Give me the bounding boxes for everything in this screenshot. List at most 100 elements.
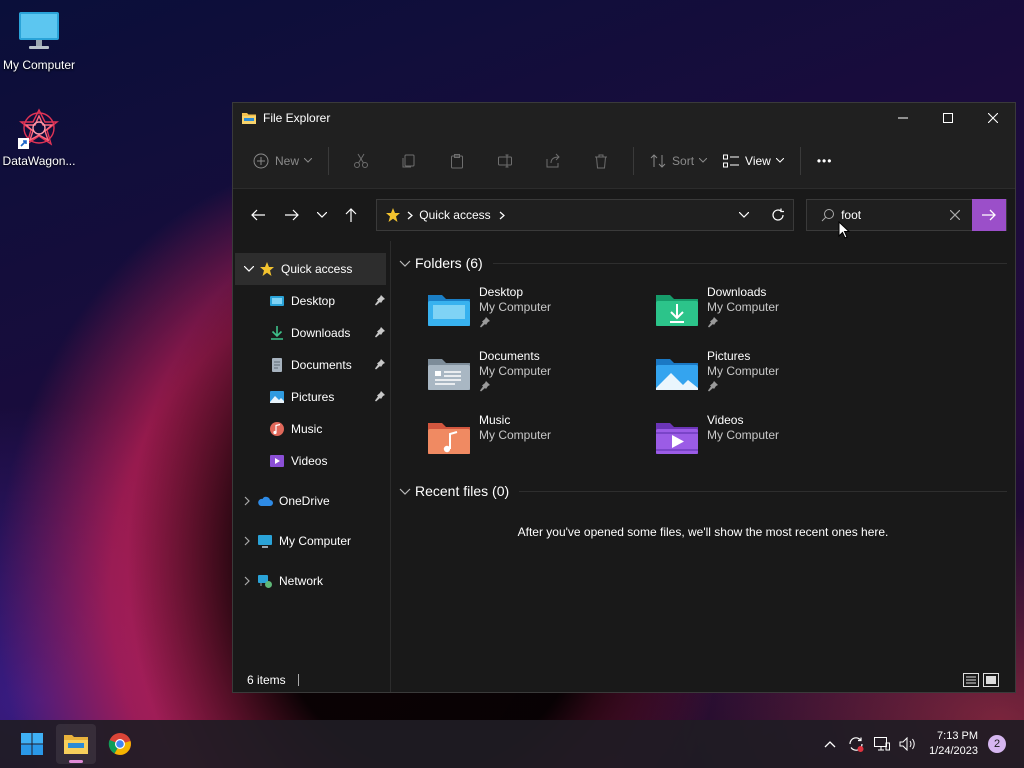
refresh-icon[interactable] xyxy=(771,208,785,222)
sidebar-item-onedrive[interactable]: OneDrive xyxy=(233,485,390,517)
trash-icon xyxy=(595,154,608,168)
address-bar[interactable]: Quick access xyxy=(376,199,795,231)
delete-button[interactable] xyxy=(577,145,625,177)
share-button[interactable] xyxy=(529,145,577,177)
clock[interactable]: 7:13 PM 1/24/2023 xyxy=(929,729,978,759)
arrow-left-icon xyxy=(251,209,265,221)
desktop-folder-icon xyxy=(270,296,284,306)
minimize-button[interactable] xyxy=(880,103,925,133)
sidebar-item-label: My Computer xyxy=(279,534,352,548)
sync-icon xyxy=(849,737,864,752)
more-icon: ••• xyxy=(816,153,833,168)
sidebar-item-desktop[interactable]: Desktop xyxy=(233,285,390,317)
sidebar-item-videos[interactable]: Videos xyxy=(233,445,390,477)
recent-files-empty-message: After you've opened some files, we'll sh… xyxy=(517,525,889,539)
sidebar-item-label: Pictures xyxy=(291,390,335,404)
copy-button[interactable] xyxy=(385,145,433,177)
search-submit-button[interactable] xyxy=(972,199,1006,231)
folder-tile-videos[interactable]: Videos My Computer xyxy=(655,413,883,467)
folders-section-header[interactable]: Folders (6) xyxy=(399,251,1007,275)
chevron-right-icon[interactable] xyxy=(237,496,257,506)
sidebar-item-pictures[interactable]: Pictures xyxy=(233,381,390,413)
large-icons-view-icon xyxy=(983,673,999,687)
folder-tile-desktop[interactable]: Desktop My Computer xyxy=(427,285,655,339)
chevron-right-icon xyxy=(499,211,505,219)
volume-button[interactable] xyxy=(895,737,921,751)
sidebar-item-label: Downloads xyxy=(291,326,351,340)
sidebar-item-music[interactable]: Music xyxy=(233,413,390,445)
folder-name: Music xyxy=(479,413,511,427)
videos-icon xyxy=(270,455,284,467)
system-tray: 7:13 PM 1/24/2023 2 xyxy=(817,720,1024,768)
view-label: View xyxy=(745,153,771,168)
search-input[interactable]: foot xyxy=(835,208,950,222)
sidebar-item-downloads[interactable]: Downloads xyxy=(233,317,390,349)
sync-status-button[interactable] xyxy=(843,735,869,753)
paste-button[interactable] xyxy=(433,145,481,177)
up-button[interactable] xyxy=(334,199,368,231)
folder-location: My Computer xyxy=(707,428,780,442)
arrow-right-icon xyxy=(982,209,996,221)
taskbar: 7:13 PM 1/24/2023 2 xyxy=(0,720,1024,768)
folder-location: My Computer xyxy=(479,300,552,314)
chevron-down-icon xyxy=(399,260,411,267)
folder-location: My Computer xyxy=(479,364,552,378)
file-explorer-icon xyxy=(241,111,257,125)
network-icon xyxy=(258,575,272,588)
network-monitor-icon xyxy=(874,737,891,751)
documents-icon xyxy=(272,358,282,372)
taskbar-file-explorer[interactable] xyxy=(56,724,96,764)
chevron-down-icon[interactable] xyxy=(739,212,750,218)
view-button[interactable]: View xyxy=(715,145,792,177)
desktop-icon-my-computer[interactable]: My Computer xyxy=(0,10,78,72)
pin-icon xyxy=(374,326,386,338)
large-icons-view-button[interactable] xyxy=(981,671,1001,689)
chevron-right-icon[interactable] xyxy=(237,576,257,586)
sidebar-item-quick-access[interactable]: Quick access xyxy=(235,253,386,285)
back-button[interactable] xyxy=(241,199,275,231)
folder-tile-music[interactable]: Music My Computer xyxy=(427,413,655,467)
rename-icon xyxy=(498,154,513,167)
chevron-down-icon xyxy=(775,158,784,163)
forward-button[interactable] xyxy=(275,199,309,231)
toolbar-divider xyxy=(799,146,801,175)
sort-button[interactable]: Sort xyxy=(642,145,715,177)
desktop-icon-datawagon[interactable]: DataWagon... xyxy=(0,106,78,168)
recent-locations-button[interactable] xyxy=(309,199,335,231)
breadcrumb-quick-access[interactable]: Quick access xyxy=(419,208,490,222)
rename-button[interactable] xyxy=(481,145,529,177)
cut-button[interactable] xyxy=(337,145,385,177)
pin-icon xyxy=(374,358,386,370)
show-hidden-icons-button[interactable] xyxy=(817,740,843,748)
notification-badge[interactable]: 2 xyxy=(988,735,1006,753)
sidebar-item-label: Videos xyxy=(291,454,328,468)
maximize-button[interactable] xyxy=(925,103,970,133)
chevron-right-icon[interactable] xyxy=(237,536,257,546)
close-button[interactable] xyxy=(970,103,1015,133)
sidebar-item-label: Music xyxy=(291,422,323,436)
network-status-button[interactable] xyxy=(869,737,895,751)
pin-icon xyxy=(374,390,386,402)
sidebar-item-network[interactable]: Network xyxy=(233,565,390,597)
folder-tile-documents[interactable]: Documents My Computer xyxy=(427,349,655,403)
recent-files-section-header[interactable]: Recent files (0) xyxy=(399,479,1007,503)
taskbar-chrome[interactable] xyxy=(100,724,140,764)
new-button[interactable]: New xyxy=(245,145,320,177)
folder-tile-downloads[interactable]: Downloads My Computer xyxy=(655,285,883,339)
pin-icon xyxy=(374,294,386,306)
start-button[interactable] xyxy=(12,724,52,764)
folder-tile-pictures[interactable]: Pictures My Computer xyxy=(655,349,883,403)
search-icon xyxy=(821,209,835,222)
title-bar[interactable]: File Explorer xyxy=(233,103,1015,133)
search-box[interactable]: foot xyxy=(806,199,1007,231)
clear-search-icon[interactable] xyxy=(950,210,960,220)
chevron-down-icon xyxy=(399,488,411,495)
sidebar-item-my-computer[interactable]: My Computer xyxy=(233,525,390,557)
more-options-button[interactable]: ••• xyxy=(809,145,841,177)
details-view-button[interactable] xyxy=(961,671,981,689)
sidebar-item-documents[interactable]: Documents xyxy=(233,349,390,381)
arrow-right-icon xyxy=(284,209,299,221)
chevron-down-icon[interactable] xyxy=(239,266,259,272)
sort-label: Sort xyxy=(672,153,695,168)
chevron-down-icon xyxy=(304,158,313,163)
